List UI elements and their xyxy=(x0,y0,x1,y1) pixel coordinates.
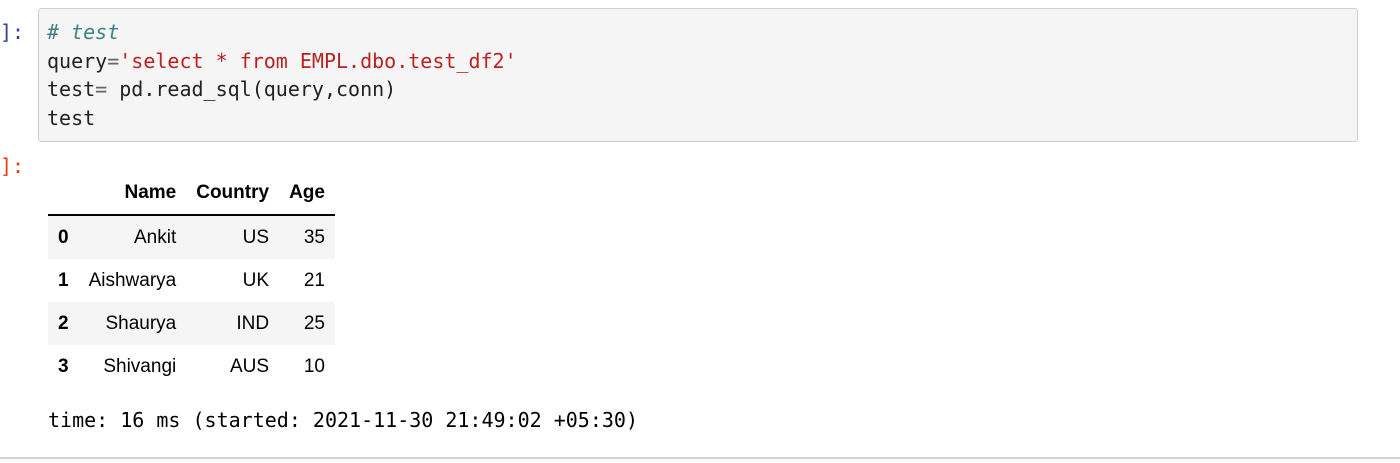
row-index: 1 xyxy=(58,269,69,291)
code-expression: pd.read_sql(query,conn) xyxy=(107,77,397,101)
code-operator: = xyxy=(107,48,120,73)
timing-output: time: 16 ms (started: 2021-11-30 21:49:0… xyxy=(48,408,639,432)
cell-name: Shaurya xyxy=(105,312,177,334)
table-header-row: Name Country Age xyxy=(48,172,335,216)
cell-country: IND xyxy=(236,312,270,334)
code-expression: test xyxy=(47,105,96,130)
cell-age: 35 xyxy=(303,226,325,248)
row-index: 2 xyxy=(58,312,69,334)
notebook-page: ]: # test query='select * from EMPL.dbo.… xyxy=(0,0,1400,463)
index-header xyxy=(48,172,79,216)
table-row: 1 Aishwarya UK 21 xyxy=(48,259,335,302)
cell-country: US xyxy=(242,226,270,248)
column-header-country: Country xyxy=(186,172,280,216)
row-index: 3 xyxy=(58,355,69,377)
code-comment: # test xyxy=(47,20,120,44)
column-header-age: Age xyxy=(279,172,335,216)
code-operator: = xyxy=(95,77,108,101)
code-editor[interactable]: # test query='select * from EMPL.dbo.tes… xyxy=(47,18,1349,132)
input-prompt: ]: xyxy=(0,20,25,44)
code-variable: query xyxy=(47,48,108,73)
column-header-name: Name xyxy=(78,172,187,216)
cell-age: 25 xyxy=(303,312,325,334)
cell-country: AUS xyxy=(229,355,270,377)
code-cell[interactable]: # test query='select * from EMPL.dbo.tes… xyxy=(38,8,1358,142)
code-string: 'select * from EMPL.dbo.test_df2' xyxy=(119,48,517,73)
code-variable: test xyxy=(47,77,96,101)
row-index: 0 xyxy=(58,226,69,248)
cell-name: Ankit xyxy=(133,226,177,248)
output-area: Name Country Age 0 Ankit US 35 1 Aishwar… xyxy=(48,172,335,388)
cell-country: UK xyxy=(242,269,270,291)
dataframe-table: Name Country Age 0 Ankit US 35 1 Aishwar… xyxy=(48,172,335,388)
cell-name: Shivangi xyxy=(103,355,177,377)
cell-age: 21 xyxy=(303,269,325,291)
cell-name: Aishwarya xyxy=(88,269,177,291)
table-row: 0 Ankit US 35 xyxy=(48,215,335,259)
table-row: 2 Shaurya IND 25 xyxy=(48,302,335,345)
table-row: 3 Shivangi AUS 10 xyxy=(48,345,335,388)
output-prompt: ]: xyxy=(0,154,25,178)
next-cell-border[interactable] xyxy=(0,457,1400,459)
cell-age: 10 xyxy=(303,355,325,377)
